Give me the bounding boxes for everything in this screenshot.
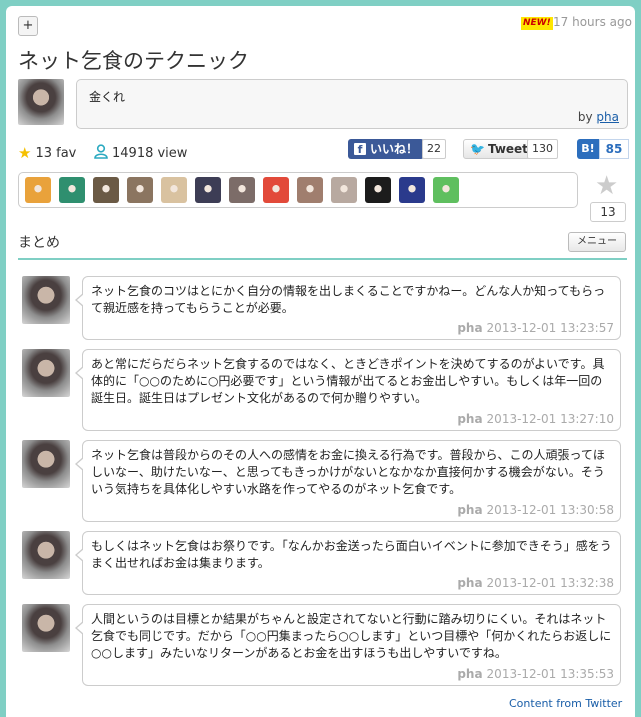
fav-avatar-1[interactable] [25, 177, 51, 203]
section-title: まとめ [18, 235, 60, 251]
fav-users-box [18, 172, 578, 208]
hatena-bookmark-count[interactable]: 85 [599, 139, 629, 159]
byline-prefix: by [577, 110, 593, 124]
tweet-text: あと常にだらだらネット乞食するのではなく、ときどきポイントを決めてするのがよいで… [91, 357, 605, 405]
tweet-meta: pha 2013-12-01 13:23:57 [457, 321, 614, 335]
tweet-timestamp[interactable]: 2013-12-01 13:23:57 [487, 321, 614, 335]
description-text: 金くれ [89, 90, 126, 104]
fav-avatar-8[interactable] [263, 177, 289, 203]
facebook-icon: f [354, 143, 366, 156]
author-avatar[interactable] [18, 79, 64, 125]
matome-card: + NEW! 17 hours ago ネット乞食のテクニック 金くれ by p… [6, 6, 635, 717]
tweet-meta: pha 2013-12-01 13:32:38 [457, 576, 614, 590]
tweet-bubble: ネット乞食のコツはとにかく自分の情報を出しまくることですかねー。どんな人か知って… [75, 276, 621, 340]
fav-avatar-6[interactable] [195, 177, 221, 203]
fav-avatar-9[interactable] [297, 177, 323, 203]
fav-avatar-7[interactable] [229, 177, 255, 203]
tweet-meta: pha 2013-12-01 13:27:10 [457, 412, 614, 426]
view-count-label: 14918 view [112, 146, 188, 161]
tweet-username[interactable]: pha [457, 576, 482, 590]
tweet-timestamp[interactable]: 2013-12-01 13:27:10 [487, 412, 614, 426]
fav-avatar-5[interactable] [161, 177, 187, 203]
tweet-bubble: 人間というのは目標とか結果がちゃんと設定されてないと行動に踏み切りにくい。それは… [75, 604, 621, 686]
fav-total-count: 13 [590, 202, 626, 222]
tweet-text: もしくはネット乞食はお祭りです。「なんかお金送ったら面白いイベントに参加できそう… [91, 539, 612, 570]
person-icon [94, 144, 108, 163]
tweet-avatar[interactable] [22, 276, 70, 324]
tweet-username[interactable]: pha [457, 321, 482, 335]
tweet-button[interactable]: 🐦 Tweet [463, 139, 535, 159]
fav-avatar-2[interactable] [59, 177, 85, 203]
view-stat: 14918 view [94, 144, 187, 163]
tweet-meta: pha 2013-12-01 13:35:53 [457, 667, 614, 681]
tweet-username[interactable]: pha [457, 667, 482, 681]
tweet-avatar[interactable] [22, 531, 70, 579]
fav-avatar-12[interactable] [399, 177, 425, 203]
twitter-bird-icon: 🐦 [470, 142, 485, 156]
fav-count-label: 13 fav [35, 145, 77, 161]
fav-star-icon[interactable]: ★ [595, 171, 618, 201]
description-box: 金くれ by pha [76, 79, 628, 129]
author-link[interactable]: pha [596, 110, 619, 124]
tweet-bubble: あと常にだらだらネット乞食するのではなく、ときどきポイントを決めてするのがよいで… [75, 349, 621, 431]
tweet-username[interactable]: pha [457, 503, 482, 517]
facebook-like-button[interactable]: f いいね！ [348, 139, 425, 159]
fav-avatar-13[interactable] [433, 177, 459, 203]
tweet-avatar[interactable] [22, 604, 70, 652]
tweet-timestamp[interactable]: 2013-12-01 13:35:53 [487, 667, 614, 681]
tweet-bubble: ネット乞食は普段からのその人への感情をお金に換える行為です。普段から、この人頑張… [75, 440, 621, 522]
tweet-timestamp[interactable]: 2013-12-01 13:30:58 [487, 503, 614, 517]
tweet-text: 人間というのは目標とか結果がちゃんと設定されてないと行動に踏み切りにくい。それは… [91, 612, 612, 660]
section-divider [18, 258, 627, 260]
facebook-like-count: 22 [422, 139, 446, 159]
fav-avatar-11[interactable] [365, 177, 391, 203]
facebook-like-label: いいね！ [370, 142, 419, 156]
star-icon: ★ [18, 144, 32, 162]
fav-stat: ★ 13 fav [18, 144, 76, 162]
expand-button[interactable]: + [18, 16, 38, 36]
new-badge: NEW! [521, 17, 553, 30]
tweet-text: ネット乞食は普段からのその人への感情をお金に換える行為です。普段から、この人頑張… [91, 448, 605, 496]
page-title: ネット乞食のテクニック [18, 49, 249, 73]
tweet-bubble: もしくはネット乞食はお祭りです。「なんかお金送ったら面白いイベントに参加できそう… [75, 531, 621, 595]
time-ago: 17 hours ago [553, 15, 632, 29]
tweet-avatar[interactable] [22, 349, 70, 397]
tweet-avatar[interactable] [22, 440, 70, 488]
fav-avatar-4[interactable] [127, 177, 153, 203]
tweet-text: ネット乞食のコツはとにかく自分の情報を出しまくることですかねー。どんな人か知って… [91, 284, 606, 315]
menu-button[interactable]: メニュー [568, 232, 626, 252]
tweet-username[interactable]: pha [457, 412, 482, 426]
fav-avatar-3[interactable] [93, 177, 119, 203]
fav-avatar-10[interactable] [331, 177, 357, 203]
tweet-label: Tweet [487, 142, 528, 156]
content-from-twitter-link[interactable]: Content from Twitter [509, 697, 622, 710]
description-byline: by pha [578, 110, 619, 124]
tweet-timestamp[interactable]: 2013-12-01 13:32:38 [487, 576, 614, 590]
tweet-count: 130 [527, 139, 558, 159]
tweet-meta: pha 2013-12-01 13:30:58 [457, 503, 614, 517]
hatena-bookmark-button[interactable]: B! [577, 139, 599, 159]
